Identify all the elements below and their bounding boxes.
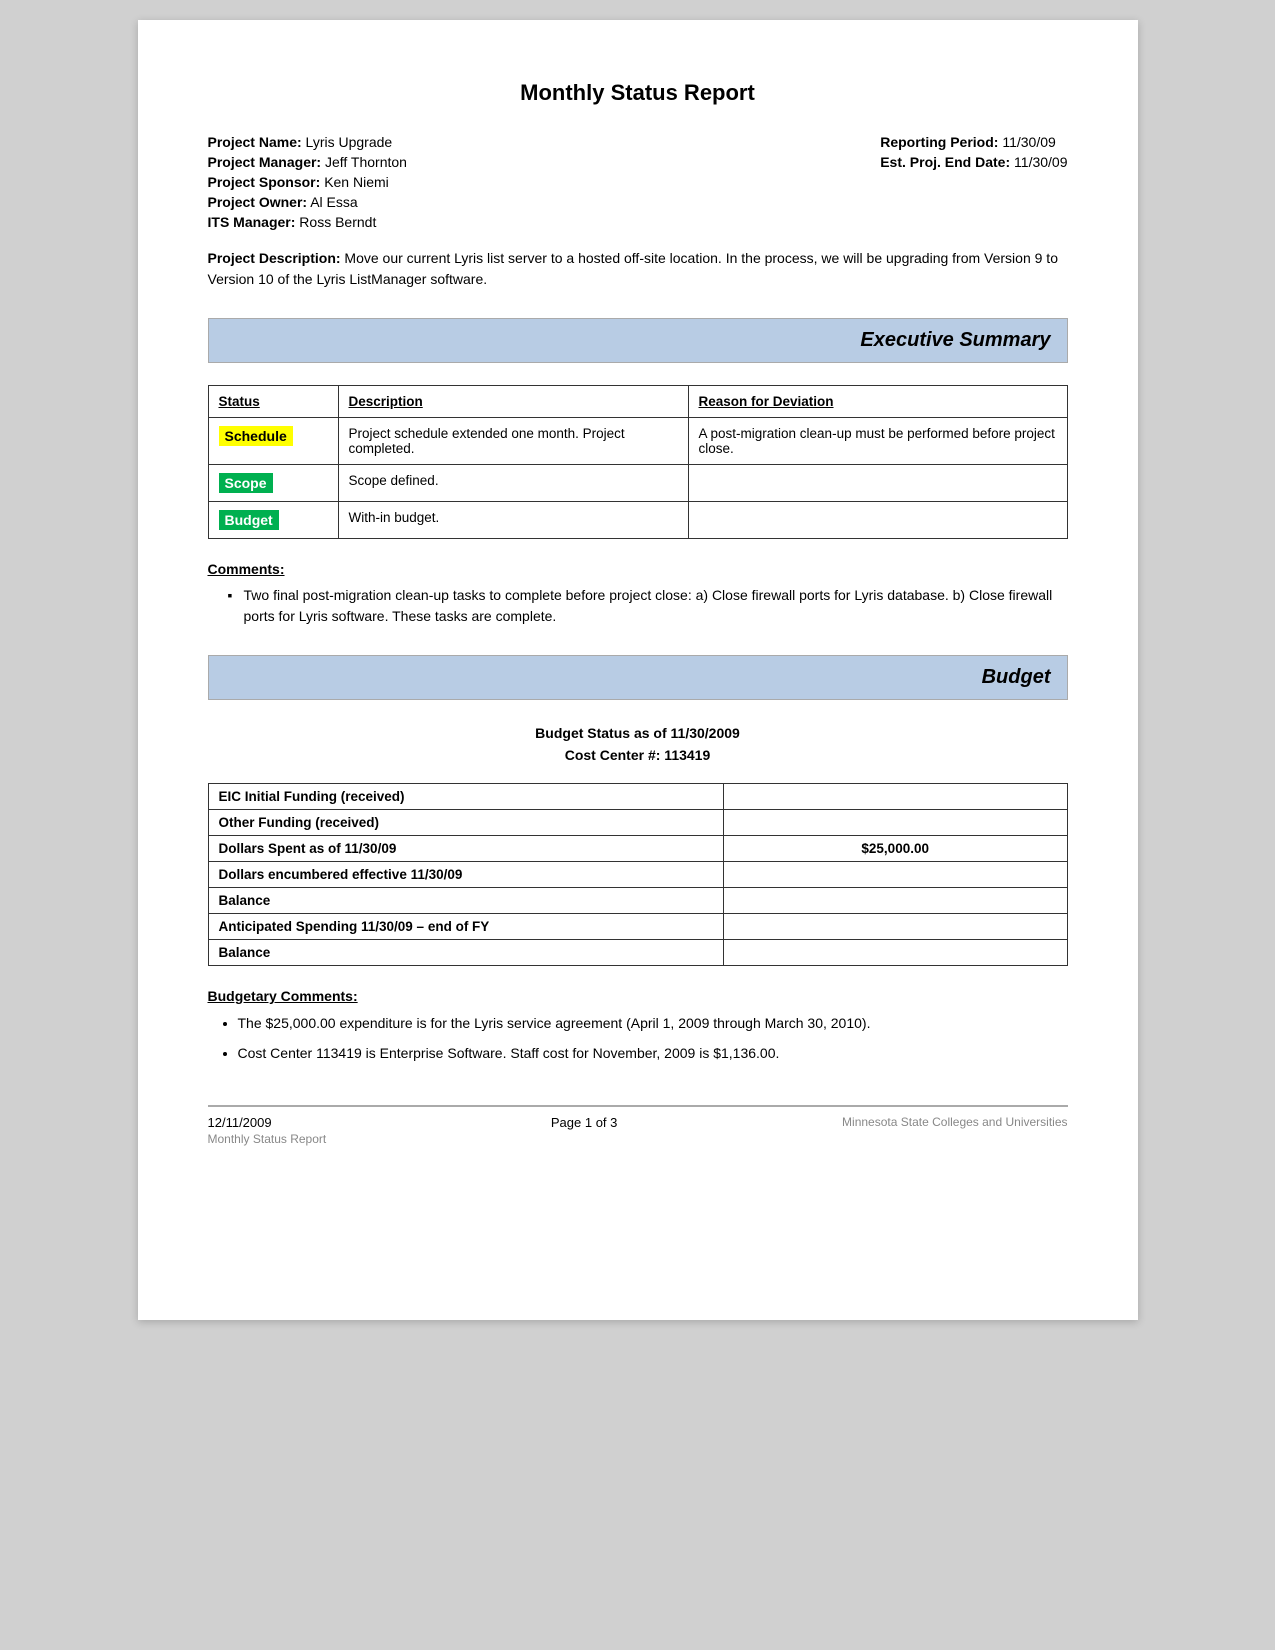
- footer-page: Page 1 of 3: [551, 1115, 618, 1130]
- status-cell-budget: Budget: [208, 502, 338, 539]
- budget-row-value-2: $25,000.00: [723, 835, 1067, 861]
- meta-right: Reporting Period: 11/30/09 Est. Proj. En…: [880, 134, 1067, 230]
- meta-project-sponsor-value: Ken Niemi: [324, 174, 389, 190]
- meta-project-name-label: Project Name:: [208, 134, 302, 150]
- col-reason: Reason for Deviation: [688, 386, 1067, 418]
- executive-summary-title: Executive Summary: [225, 329, 1051, 352]
- meta-end-date-value: 11/30/09: [1014, 154, 1067, 170]
- table-row: Anticipated Spending 11/30/09 – end of F…: [208, 913, 1067, 939]
- footer-organization: Minnesota State Colleges and Universitie…: [842, 1115, 1067, 1129]
- budget-status-line2: Cost Center #: 113419: [208, 744, 1068, 766]
- reason-cell-scope: [688, 465, 1067, 502]
- budget-row-label-0: EIC Initial Funding (received): [208, 783, 723, 809]
- table-row: Schedule Project schedule extended one m…: [208, 418, 1067, 465]
- budget-row-value-5: [723, 913, 1067, 939]
- meta-project-sponsor: Project Sponsor: Ken Niemi: [208, 174, 407, 190]
- meta-project-manager: Project Manager: Jeff Thornton: [208, 154, 407, 170]
- meta-its-manager-label: ITS Manager:: [208, 214, 296, 230]
- table-row: Other Funding (received): [208, 809, 1067, 835]
- budget-row-value-6: [723, 939, 1067, 965]
- table-row: Budget With-in budget.: [208, 502, 1067, 539]
- table-row: Dollars Spent as of 11/30/09 $25,000.00: [208, 835, 1067, 861]
- footer-date: 12/11/2009: [208, 1115, 327, 1130]
- footer-left: 12/11/2009 Monthly Status Report: [208, 1115, 327, 1146]
- meta-project-sponsor-label: Project Sponsor:: [208, 174, 321, 190]
- list-item: Cost Center 113419 is Enterprise Softwar…: [238, 1042, 1068, 1064]
- footer-subtitle: Monthly Status Report: [208, 1132, 327, 1146]
- budgetary-comments-label: Budgetary Comments:: [208, 988, 1068, 1004]
- executive-summary-header: Executive Summary: [208, 318, 1068, 363]
- status-cell-scope: Scope: [208, 465, 338, 502]
- meta-its-manager: ITS Manager: Ross Berndt: [208, 214, 407, 230]
- budget-header: Budget: [208, 655, 1068, 700]
- meta-left: Project Name: Lyris Upgrade Project Mana…: [208, 134, 407, 230]
- meta-project-name: Project Name: Lyris Upgrade: [208, 134, 407, 150]
- budget-row-label-3: Dollars encumbered effective 11/30/09: [208, 861, 723, 887]
- meta-project-owner: Project Owner: Al Essa: [208, 194, 407, 210]
- meta-project-manager-label: Project Manager:: [208, 154, 322, 170]
- status-badge-schedule: Schedule: [219, 426, 293, 446]
- table-row: Balance: [208, 887, 1067, 913]
- status-table: Status Description Reason for Deviation …: [208, 385, 1068, 539]
- col-status: Status: [208, 386, 338, 418]
- comments-label: Comments:: [208, 561, 1068, 577]
- list-item: The $25,000.00 expenditure is for the Ly…: [238, 1012, 1068, 1034]
- status-badge-budget: Budget: [219, 510, 279, 530]
- budget-row-value-0: [723, 783, 1067, 809]
- budget-row-value-3: [723, 861, 1067, 887]
- budget-status-title: Budget Status as of 11/30/2009 Cost Cent…: [208, 722, 1068, 767]
- budget-table: EIC Initial Funding (received) Other Fun…: [208, 783, 1068, 966]
- comments-section: Comments: Two final post-migration clean…: [208, 561, 1068, 627]
- meta-project-owner-value: Al Essa: [310, 194, 357, 210]
- footer: 12/11/2009 Monthly Status Report Page 1 …: [208, 1105, 1068, 1146]
- reason-cell-schedule: A post-migration clean-up must be perfor…: [688, 418, 1067, 465]
- description-cell-schedule: Project schedule extended one month. Pro…: [338, 418, 688, 465]
- budget-row-label-1: Other Funding (received): [208, 809, 723, 835]
- budget-row-label-5: Anticipated Spending 11/30/09 – end of F…: [208, 913, 723, 939]
- budgetary-comments: Budgetary Comments: The $25,000.00 expen…: [208, 988, 1068, 1065]
- budgetary-comments-list: The $25,000.00 expenditure is for the Ly…: [208, 1012, 1068, 1065]
- table-row: EIC Initial Funding (received): [208, 783, 1067, 809]
- table-row: Dollars encumbered effective 11/30/09: [208, 861, 1067, 887]
- status-cell-schedule: Schedule: [208, 418, 338, 465]
- description-cell-scope: Scope defined.: [338, 465, 688, 502]
- meta-reporting-period-label: Reporting Period:: [880, 134, 998, 150]
- meta-end-date-label: Est. Proj. End Date:: [880, 154, 1010, 170]
- budget-row-value-4: [723, 887, 1067, 913]
- meta-project-manager-value: Jeff Thornton: [325, 154, 407, 170]
- meta-section: Project Name: Lyris Upgrade Project Mana…: [208, 134, 1068, 230]
- list-item: Two final post-migration clean-up tasks …: [228, 585, 1068, 627]
- table-row: Scope Scope defined.: [208, 465, 1067, 502]
- status-badge-scope: Scope: [219, 473, 273, 493]
- project-description-label: Project Description:: [208, 250, 341, 266]
- meta-end-date: Est. Proj. End Date: 11/30/09: [880, 154, 1067, 170]
- page: Monthly Status Report Project Name: Lyri…: [138, 20, 1138, 1320]
- meta-its-manager-value: Ross Berndt: [299, 214, 376, 230]
- meta-reporting-period-value: 11/30/09: [1002, 134, 1055, 150]
- col-description: Description: [338, 386, 688, 418]
- meta-project-owner-label: Project Owner:: [208, 194, 308, 210]
- budget-status-line1: Budget Status as of 11/30/2009: [208, 722, 1068, 744]
- project-description: Project Description: Move our current Ly…: [208, 248, 1068, 290]
- budget-title: Budget: [225, 666, 1051, 689]
- budget-row-label-6: Balance: [208, 939, 723, 965]
- page-title: Monthly Status Report: [208, 80, 1068, 106]
- meta-reporting-period: Reporting Period: 11/30/09: [880, 134, 1067, 150]
- comments-list: Two final post-migration clean-up tasks …: [208, 585, 1068, 627]
- meta-project-name-value: Lyris Upgrade: [306, 134, 393, 150]
- budget-row-value-1: [723, 809, 1067, 835]
- budget-row-label-4: Balance: [208, 887, 723, 913]
- budget-row-label-2: Dollars Spent as of 11/30/09: [208, 835, 723, 861]
- table-row: Balance: [208, 939, 1067, 965]
- reason-cell-budget: [688, 502, 1067, 539]
- description-cell-budget: With-in budget.: [338, 502, 688, 539]
